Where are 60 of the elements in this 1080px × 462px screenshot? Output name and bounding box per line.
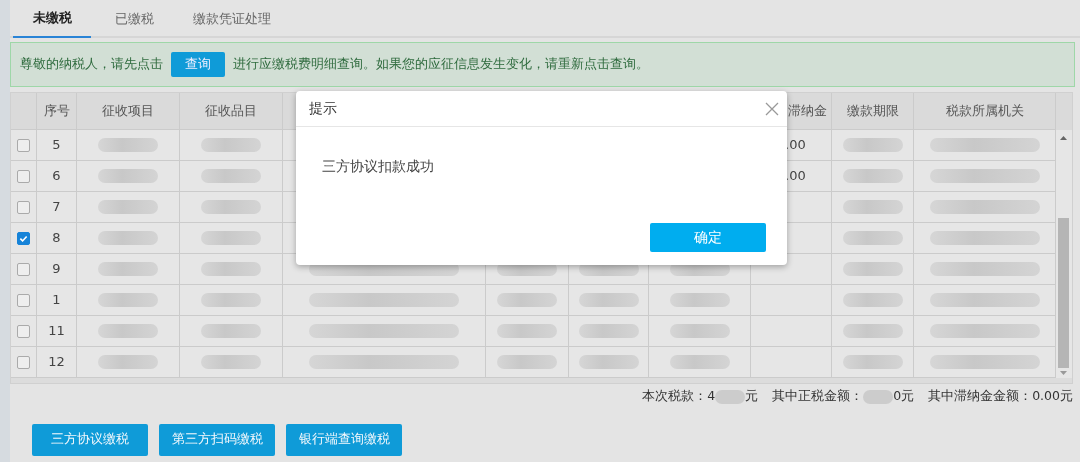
blurred-text bbox=[98, 293, 158, 307]
tab[interactable]: 已缴税 bbox=[95, 0, 173, 38]
notice-text: 进行应缴税费明细查询。如果您的应征信息发生变化，请重新点击查询。 bbox=[233, 55, 649, 74]
blurred-text bbox=[497, 355, 557, 369]
summary-text: 本次税款：4 元 bbox=[642, 387, 759, 406]
blurred-text bbox=[98, 231, 158, 245]
confirm-button[interactable]: 确定 bbox=[650, 223, 766, 252]
blurred-text bbox=[201, 200, 261, 214]
blurred-text bbox=[842, 138, 903, 152]
blurred-text bbox=[98, 200, 158, 214]
blurred-text bbox=[669, 293, 730, 307]
tab[interactable]: 缴款凭证处理 bbox=[177, 0, 287, 38]
pay-button[interactable]: 三方协议缴税 bbox=[32, 423, 148, 456]
blurred-text bbox=[98, 169, 158, 183]
blurred-text bbox=[497, 293, 557, 307]
blurred-text bbox=[201, 355, 261, 369]
dialog-message: 三方协议扣款成功 bbox=[322, 157, 434, 176]
blurred-text bbox=[201, 138, 261, 152]
pay-button[interactable]: 银行端查询缴税 bbox=[286, 423, 402, 456]
table-cell: 12 bbox=[37, 347, 77, 378]
blurred-text bbox=[669, 324, 730, 338]
blurred-text bbox=[842, 355, 903, 369]
checkbox[interactable] bbox=[17, 262, 30, 276]
blurred-text bbox=[98, 324, 158, 338]
blurred-text bbox=[98, 138, 158, 152]
summary-text: 其中滞纳金金额：0.00元 bbox=[928, 387, 1073, 405]
blurred-text bbox=[201, 324, 261, 338]
scroll-up-icon[interactable] bbox=[1060, 136, 1067, 140]
pay-button[interactable]: 第三方扫码缴税 bbox=[159, 423, 275, 456]
close-icon[interactable] bbox=[765, 101, 779, 116]
blurred-text bbox=[842, 293, 903, 307]
blurred-text bbox=[497, 324, 557, 338]
checkbox[interactable] bbox=[17, 355, 30, 369]
checkbox[interactable] bbox=[17, 324, 30, 338]
blurred-text bbox=[98, 262, 158, 276]
blurred-text bbox=[842, 262, 903, 276]
summary-text: 其中正税金额： 0元 bbox=[772, 387, 915, 406]
blurred-text bbox=[201, 169, 261, 183]
blurred-text bbox=[842, 200, 903, 214]
checkbox[interactable] bbox=[17, 200, 30, 214]
blurred-text bbox=[842, 324, 903, 338]
checkbox[interactable] bbox=[17, 169, 30, 183]
checkbox[interactable] bbox=[17, 231, 30, 245]
query-button[interactable]: 查询 bbox=[171, 52, 225, 77]
dialog-title: 提示 bbox=[309, 99, 337, 118]
blurred-text bbox=[201, 262, 261, 276]
blurred-text bbox=[578, 293, 639, 307]
blurred-text bbox=[842, 169, 903, 183]
checkbox[interactable] bbox=[17, 138, 30, 152]
blurred-text bbox=[201, 293, 261, 307]
blurred-text bbox=[98, 355, 158, 369]
tab[interactable]: 未缴税 bbox=[13, 0, 91, 38]
blurred-text bbox=[669, 355, 730, 369]
blurred-text bbox=[201, 231, 261, 245]
scroll-down-icon[interactable] bbox=[1060, 371, 1067, 375]
blurred-text bbox=[578, 324, 639, 338]
notice-text: 尊敬的纳税人，请先点击 bbox=[20, 55, 163, 74]
blurred-text bbox=[578, 355, 639, 369]
checkbox[interactable] bbox=[17, 293, 30, 307]
blurred-text bbox=[842, 231, 903, 245]
